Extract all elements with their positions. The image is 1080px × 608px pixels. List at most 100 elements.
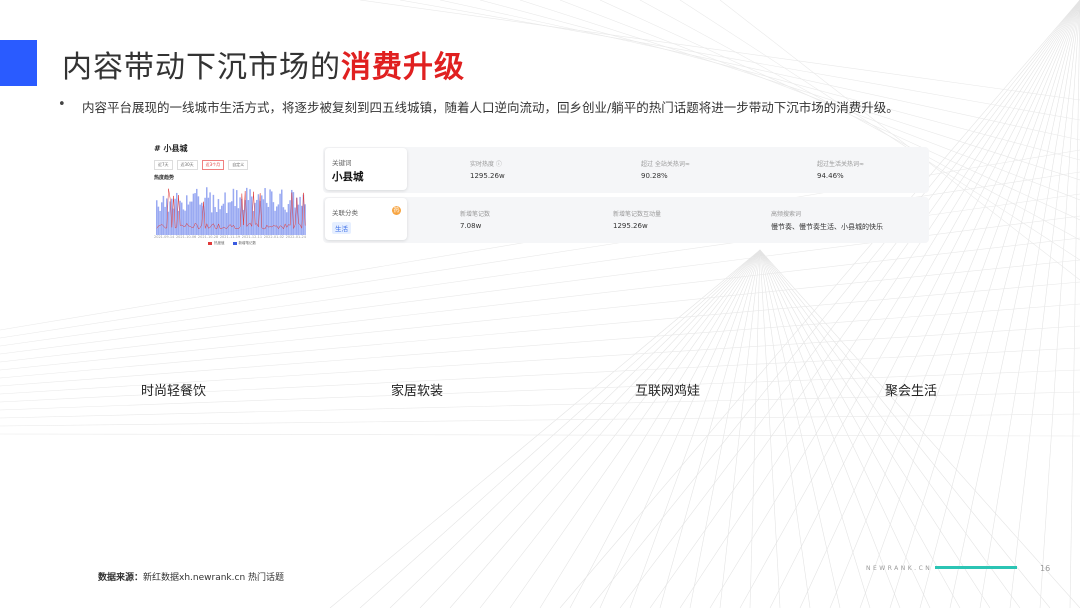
notes-bar (189, 201, 191, 235)
notes-bar (247, 200, 250, 235)
notes-bar (207, 197, 210, 235)
stat-value: 1295.26w (470, 172, 505, 180)
time-range-tabs: 近7天 近30天 近3个月 自定义 (154, 160, 249, 170)
notes-bar (172, 208, 175, 235)
legend-notes[interactable]: 新增笔记数 (232, 241, 257, 246)
bullet-marker: • (58, 97, 66, 112)
stat-label: 实时热度 ⓘ (470, 161, 502, 168)
stat-label: 超过生活关热词≈ (817, 161, 865, 168)
notes-bar (199, 204, 201, 235)
notes-bar (206, 187, 208, 235)
notes-bar (222, 203, 225, 235)
notes-bar (221, 205, 223, 235)
category-percentile-stat: 超过生活关热词≈ 94.46% (817, 159, 864, 180)
notes-bar (231, 201, 233, 235)
notes-bar (277, 204, 280, 235)
category-fashion-dining: 时尚轻餐饮 (141, 384, 207, 399)
notes-bar (249, 189, 251, 235)
heat-trend-chart (156, 187, 306, 235)
x-tick: 2021-10-06 (175, 235, 197, 239)
stat-value: 94.46% (817, 172, 844, 180)
stat-label: 高频搜索词 (771, 211, 802, 218)
notes-bar (284, 209, 286, 235)
hot-badge-icon: 热 (392, 206, 401, 215)
notes-bar (262, 199, 265, 235)
category-internet-parenting: 互联网鸡娃 (635, 384, 701, 399)
notes-bars-series (156, 187, 306, 235)
x-tick: 2021-09-14 (154, 235, 175, 239)
notes-bar (162, 195, 165, 235)
notes-bar (177, 210, 180, 235)
stat-label: 超过 全站关热词≈ (641, 161, 690, 168)
legend-notes-label: 新增笔记数 (238, 241, 257, 245)
tab-30-days[interactable]: 近30天 (176, 160, 198, 170)
background-line-pattern (0, 0, 1080, 608)
notes-bar (184, 210, 186, 235)
page-number: 16 (1040, 564, 1051, 573)
notes-bar (232, 188, 235, 235)
description-text: 内容平台展现的一线城市生活方式，将逐步被复刻到四五线城镇，随着人口逆向流动，回乡… (82, 100, 899, 115)
category-tag[interactable]: 生活 (332, 222, 351, 234)
notes-bar (159, 210, 161, 235)
notes-bar (157, 206, 160, 235)
notes-bar (216, 212, 218, 235)
notes-bar (236, 190, 238, 235)
notes-bar (269, 189, 271, 235)
new-notes-stat: 新增笔记数 7.08w (460, 209, 490, 230)
x-tick: 2021-10-28 (197, 235, 219, 239)
category-social-life: 聚会生活 (885, 384, 938, 399)
notes-bar (276, 206, 278, 235)
notes-bar (196, 188, 198, 235)
data-source: 数据来源：新红数据xh.newrank.cn 热门话题 (98, 570, 284, 583)
notes-bar (167, 211, 170, 235)
category-home-decor: 家居软装 (391, 384, 444, 399)
keyword-card: 关键词 小县城 (325, 148, 407, 190)
notes-interaction-stat: 新增笔记数互动量 1295.26w (613, 209, 661, 230)
notes-bar (274, 210, 276, 235)
legend-heat[interactable]: 热度值 (208, 241, 225, 246)
heat-trend-label: 热度趋势 (154, 175, 175, 181)
notes-bar (256, 199, 258, 235)
topic-hashtag-title: # 小县城 (154, 144, 188, 153)
tab-7-days[interactable]: 近7天 (154, 160, 173, 170)
notes-bar (282, 207, 285, 235)
topic-trend-card: # 小县城 近7天 近30天 近3个月 自定义 热度趋势 2021-09-14 … (150, 140, 310, 248)
notes-bar (191, 201, 193, 235)
keyword-value: 小县城 (332, 171, 364, 183)
tab-custom[interactable]: 自定义 (228, 160, 249, 170)
title-accent-bar (0, 40, 37, 86)
notes-bar (299, 196, 301, 235)
legend-heat-label: 热度值 (214, 241, 225, 245)
notes-bar (187, 204, 190, 235)
stat-label: 新增笔记数互动量 (613, 211, 662, 218)
notes-bar (224, 192, 226, 235)
notes-bar (252, 211, 255, 235)
title-prefix: 内容带动下沉市场的 (62, 50, 341, 85)
brand-accent-line (935, 566, 1017, 569)
notes-bar (286, 212, 288, 235)
notes-bar (214, 207, 216, 235)
notes-bar (287, 204, 290, 235)
source-text: 新红数据xh.newrank.cn 热门话题 (143, 573, 285, 583)
notes-bar (209, 192, 211, 235)
notes-bar (181, 202, 183, 235)
stat-value: 1295.26w (613, 222, 648, 230)
notes-bar (281, 189, 283, 235)
x-tick: 2022-01-24 (285, 235, 306, 239)
notes-bar (267, 206, 270, 235)
tab-3-months[interactable]: 近3个月 (201, 160, 225, 170)
notes-bar (217, 199, 220, 235)
top-search-terms-stat: 高频搜索词 慢节奏、慢节奏生活、小县城的快乐 (771, 209, 883, 232)
brand-mark: NEWRANK.CN (866, 565, 933, 572)
notes-bar (234, 206, 236, 235)
notes-bar (186, 195, 188, 235)
notes-bar (192, 193, 195, 235)
title-highlight: 消费升级 (341, 50, 465, 85)
category-panel: 关联分类 生活 热 新增笔记数 7.08w 新增笔记数互动量 1295.26w … (323, 197, 929, 243)
notes-bar (164, 206, 166, 235)
notes-bar (194, 193, 196, 235)
notes-bar (272, 202, 275, 235)
notes-bar (211, 212, 213, 235)
notes-bar (156, 200, 158, 235)
stat-value: 7.08w (460, 222, 482, 230)
